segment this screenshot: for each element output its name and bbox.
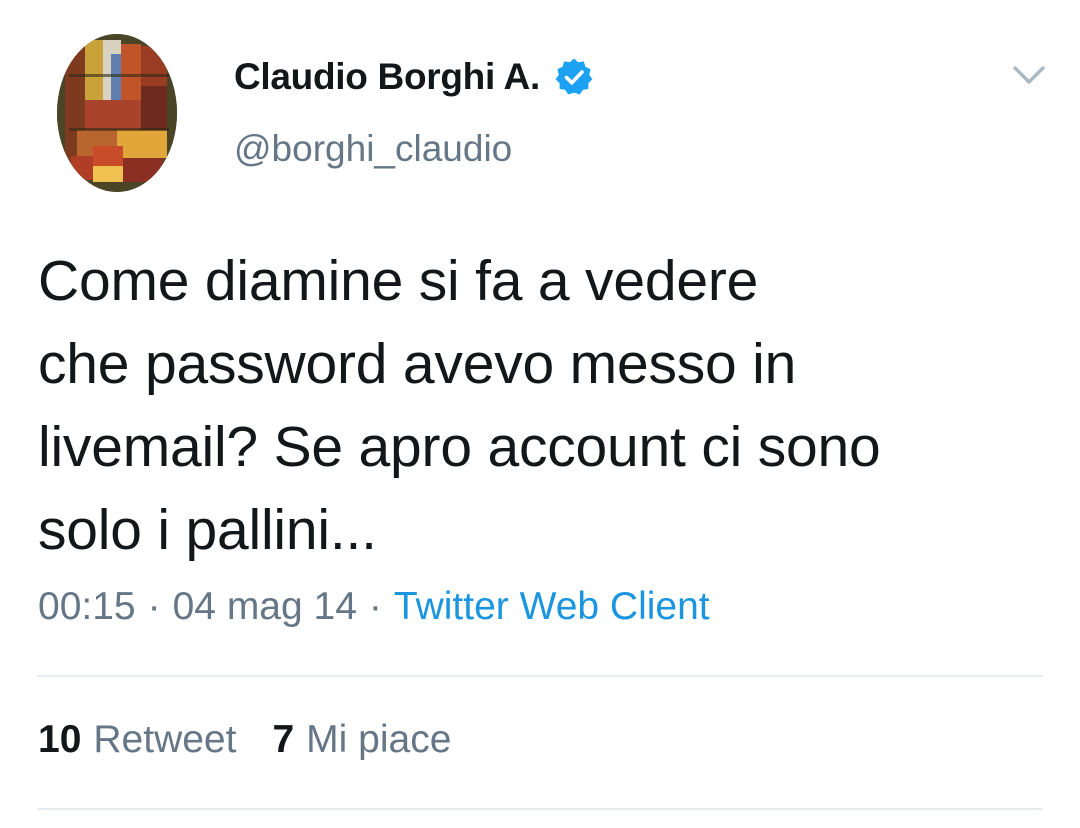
- avatar[interactable]: [57, 34, 177, 192]
- author-handle[interactable]: @borghi_claudio: [234, 128, 512, 170]
- author-display-name[interactable]: Claudio Borghi A.: [234, 56, 540, 98]
- meta-separator: ·: [147, 585, 161, 628]
- retweet-count: 10: [38, 718, 82, 761]
- meta-separator: ·: [368, 585, 382, 628]
- like-label: Mi piace: [306, 718, 452, 761]
- author-name-row[interactable]: Claudio Borghi A.: [234, 52, 594, 102]
- retweet-label: Retweet: [93, 718, 237, 761]
- divider: [37, 808, 1043, 810]
- divider: [37, 675, 1043, 677]
- tweet-time[interactable]: 00:15: [38, 585, 136, 629]
- tweet-date[interactable]: 04 mag 14: [173, 585, 357, 629]
- like-stat[interactable]: 7 Mi piace: [272, 718, 451, 762]
- tweet-text: Come diamine si fa a vedere che password…: [38, 249, 881, 562]
- verified-badge-icon: [554, 57, 594, 97]
- like-count: 7: [272, 718, 295, 761]
- tweet-source-link[interactable]: Twitter Web Client: [394, 585, 710, 629]
- chevron-down-icon[interactable]: [1012, 62, 1046, 88]
- retweet-stat[interactable]: 10 Retweet: [38, 718, 236, 762]
- tweet-metadata: 00:15 · 04 mag 14 · Twitter Web Client: [38, 585, 710, 629]
- tweet-stats: 10 Retweet 7 Mi piace: [38, 718, 451, 762]
